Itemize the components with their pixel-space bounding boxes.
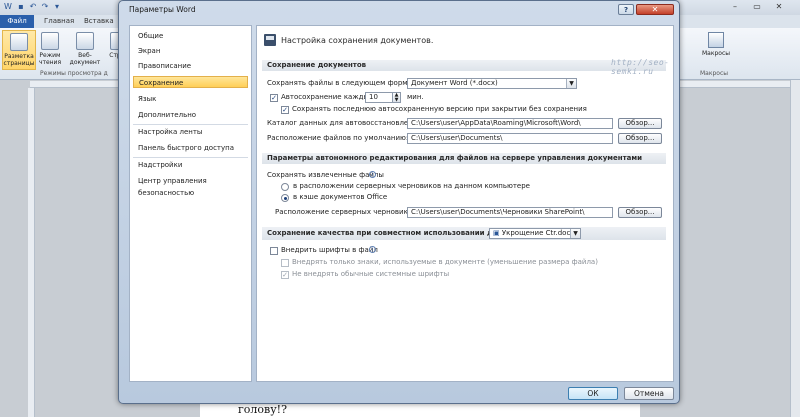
radio-office-cache[interactable] bbox=[281, 194, 289, 202]
save-format-value: Документ Word (*.docx) bbox=[411, 79, 498, 87]
nav-item-proofing[interactable]: Правописание bbox=[133, 60, 248, 72]
keep-last-autosave-label: Сохранять последнюю автосохраненную верс… bbox=[292, 105, 587, 113]
nav-item-quick-access[interactable]: Панель быстрого доступа bbox=[133, 142, 248, 154]
save-format-select[interactable]: Документ Word (*.docx) ▼ bbox=[407, 78, 577, 89]
drafts-location-label: Расположение серверных черновиков: bbox=[275, 208, 419, 216]
nav-item-language[interactable]: Язык bbox=[133, 93, 248, 105]
tab-file[interactable]: Файл bbox=[0, 15, 34, 28]
fidelity-document-select[interactable]: ▣ Укрощение Ctr.docx ▼ bbox=[489, 228, 581, 239]
undo-icon[interactable]: ↶ bbox=[28, 2, 38, 12]
section-fidelity: Сохранение качества при совместном испол… bbox=[262, 227, 666, 240]
views-group-label: Режимы просмотра д bbox=[40, 70, 108, 77]
autosave-checkbox[interactable]: ✓ bbox=[270, 94, 278, 102]
word-options-dialog: Параметры Word ? ✕ Общие Экран Правописа… bbox=[118, 0, 680, 404]
nav-item-addins[interactable]: Надстройки bbox=[133, 159, 248, 171]
section-offline-editing: Параметры автономного редактирования для… bbox=[262, 153, 666, 164]
no-system-fonts-label: Не внедрять обычные системные шрифты bbox=[292, 270, 450, 278]
embed-fonts-checkbox[interactable] bbox=[270, 247, 278, 255]
browse-drafts-button[interactable]: Обзор... bbox=[618, 207, 662, 218]
macros-icon bbox=[708, 32, 724, 48]
vertical-scrollbar[interactable] bbox=[790, 80, 800, 417]
browse-autorecover-button[interactable]: Обзор... bbox=[618, 118, 662, 129]
nav-item-general[interactable]: Общие bbox=[133, 30, 248, 42]
maximize-icon[interactable]: ▭ bbox=[748, 1, 766, 12]
radio-server-drafts-label: в расположении серверных черновиков на д… bbox=[293, 182, 530, 190]
autosave-label: Автосохранение каждые bbox=[281, 93, 374, 101]
keep-last-autosave-checkbox[interactable]: ✓ bbox=[281, 106, 289, 114]
nav-divider bbox=[133, 124, 248, 125]
customize-qat-icon[interactable]: ▾ bbox=[52, 2, 62, 12]
globe-icon bbox=[76, 32, 94, 50]
no-system-fonts-checkbox[interactable]: ✓ bbox=[281, 271, 289, 279]
macros-group-label: Макросы bbox=[700, 70, 728, 77]
print-layout-button[interactable]: Разметка страницы bbox=[2, 30, 36, 70]
cancel-button[interactable]: Отмена bbox=[624, 387, 674, 400]
nav-item-customize-ribbon[interactable]: Настройка ленты bbox=[133, 126, 248, 138]
close-window-icon[interactable]: ✕ bbox=[770, 1, 788, 12]
tab-insert[interactable]: Вставка bbox=[84, 15, 114, 28]
close-button[interactable]: ✕ bbox=[636, 4, 674, 15]
autosave-spinner[interactable]: ▲ ▼ bbox=[393, 92, 401, 103]
document-text: голову!? bbox=[238, 403, 287, 416]
reading-mode-icon bbox=[41, 32, 59, 50]
nav-item-advanced[interactable]: Дополнительно bbox=[133, 109, 248, 121]
fidelity-document-value: Укрощение Ctr.docx bbox=[501, 229, 575, 237]
browse-default-button[interactable]: Обзор... bbox=[618, 133, 662, 144]
web-layout-label: Веб-документ bbox=[69, 52, 101, 66]
page-title: Настройка сохранения документов. bbox=[281, 36, 434, 45]
reading-mode-label: Режим чтения bbox=[38, 52, 62, 66]
chevron-down-icon: ▼ bbox=[566, 79, 576, 88]
dialog-title: Параметры Word bbox=[129, 5, 196, 14]
radio-server-drafts[interactable] bbox=[281, 183, 289, 191]
nav-item-save[interactable]: Сохранение bbox=[133, 76, 248, 88]
embed-used-chars-label: Внедрять только знаки, используемые в до… bbox=[292, 258, 598, 266]
embed-used-chars-checkbox[interactable] bbox=[281, 259, 289, 267]
chevron-down-icon: ▼ bbox=[570, 229, 580, 238]
word-logo-icon: W bbox=[4, 2, 12, 11]
info-icon: i bbox=[369, 246, 376, 253]
checked-out-label: Сохранять извлеченные файлы bbox=[267, 171, 384, 179]
nav-item-trust-center[interactable]: Центр управления безопасностью bbox=[133, 175, 248, 197]
save-settings-icon bbox=[264, 34, 276, 46]
page-layout-icon bbox=[10, 33, 28, 51]
options-nav: Общие Экран Правописание Сохранение Язык… bbox=[129, 25, 252, 382]
minimize-icon[interactable]: – bbox=[726, 1, 744, 12]
web-layout-button[interactable]: Веб-документ bbox=[63, 30, 107, 70]
default-location-label: Расположение файлов по умолчанию: bbox=[267, 134, 409, 142]
watermark-text: http://seo-semki.ru bbox=[611, 58, 670, 76]
default-location-input[interactable]: C:\Users\user\Documents\ bbox=[407, 133, 613, 144]
autosave-minutes-input[interactable]: 10 bbox=[365, 92, 393, 103]
tab-home[interactable]: Главная bbox=[44, 15, 74, 28]
save-format-label: Сохранять файлы в следующем формате: bbox=[267, 79, 423, 87]
save-icon[interactable]: ▪ bbox=[16, 2, 26, 12]
nav-divider bbox=[133, 157, 248, 158]
help-button[interactable]: ? bbox=[618, 4, 634, 15]
reading-mode-button[interactable]: Режим чтения bbox=[38, 30, 62, 70]
autorecover-label: Каталог данных для автовосстановления: bbox=[267, 119, 424, 127]
macros-button[interactable]: Макросы bbox=[700, 30, 732, 70]
nav-item-display[interactable]: Экран bbox=[133, 45, 248, 57]
autosave-unit-label: мин. bbox=[407, 93, 424, 101]
options-content: Настройка сохранения документов. Сохране… bbox=[256, 25, 674, 382]
section-save-documents: Сохранение документов bbox=[262, 60, 666, 71]
print-layout-label: Разметка страницы bbox=[3, 53, 35, 67]
vertical-ruler bbox=[28, 88, 35, 417]
info-icon: i bbox=[369, 171, 376, 178]
document-file-icon: ▣ bbox=[493, 229, 502, 237]
embed-fonts-label: Внедрить шрифты в файл bbox=[281, 246, 378, 254]
ok-button[interactable]: ОК bbox=[568, 387, 618, 400]
radio-office-cache-label: в кэше документов Office bbox=[293, 193, 388, 201]
macros-label: Макросы bbox=[702, 50, 730, 57]
redo-icon[interactable]: ↷ bbox=[40, 2, 50, 12]
drafts-location-input[interactable]: C:\Users\user\Documents\Черновики ShareP… bbox=[407, 207, 613, 218]
autorecover-path-input[interactable]: C:\Users\user\AppData\Roaming\Microsoft\… bbox=[407, 118, 613, 129]
